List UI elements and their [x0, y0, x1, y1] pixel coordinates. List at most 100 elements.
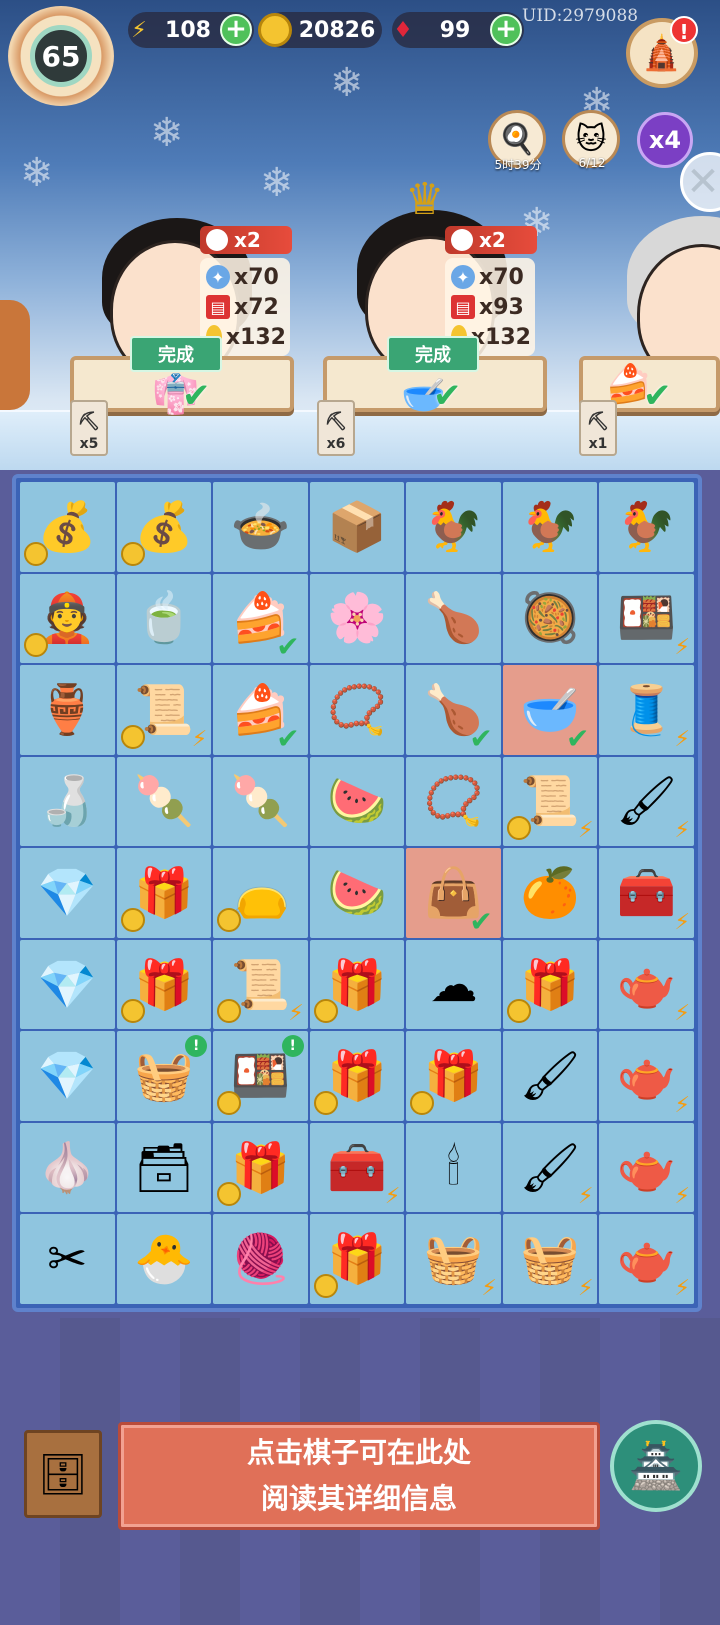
board-cell[interactable]: 🍲 [213, 482, 308, 572]
board-cell[interactable]: 🧵 ⚡ [599, 665, 694, 755]
board-cell[interactable]: 📜 ⚡ [502, 756, 598, 847]
level-number: 65 [30, 25, 92, 87]
board-cell[interactable]: 🍗 [406, 573, 501, 664]
board-cell[interactable]: 🍰 ✔ [213, 573, 308, 664]
board-cell[interactable]: 🍗 ✔ [406, 665, 501, 755]
board-cell[interactable]: 🧺! [116, 1031, 212, 1121]
board-cell[interactable]: 🎁 [309, 1214, 405, 1304]
energy-counter[interactable]: ⚡ 108 + [128, 12, 254, 48]
board-cell[interactable]: 👲 [20, 573, 115, 664]
board-cell[interactable]: 🖌 [502, 1031, 598, 1121]
board-cell[interactable]: 🕯 [406, 1122, 501, 1213]
lightning-icon: ⚡ [577, 1276, 594, 1301]
board-cell[interactable]: 📿 [309, 665, 405, 755]
shop-button[interactable]: 🛕 ! [626, 16, 698, 88]
board-cell[interactable]: 🎁 [502, 939, 598, 1030]
board-cell[interactable]: 🐓 [502, 482, 598, 572]
board-cell[interactable]: 🧰 ⚡ [599, 848, 694, 938]
board-cell[interactable]: 🐓 [599, 482, 694, 572]
board-cell[interactable]: 💎 [20, 939, 115, 1030]
close-icon[interactable]: ✕ [680, 152, 720, 212]
customer-order-3[interactable]: 🍰 ✔ ⛏ x1 [575, 200, 720, 460]
board-item-icon: 🐓 [520, 498, 581, 555]
board-cell[interactable]: 🍰 ✔ [213, 665, 308, 755]
gem-counter[interactable]: ♦ 99 + [392, 12, 524, 48]
board-cell[interactable]: 🎁 [213, 1122, 308, 1213]
board-cell[interactable]: 🏺 [20, 665, 115, 755]
coin-counter[interactable]: 20826 [258, 12, 382, 48]
board-cell[interactable]: 🫖 ⚡ [599, 1122, 694, 1213]
board-cell[interactable]: 👜 ✔ [406, 848, 501, 938]
board-cell[interactable]: 📦 [309, 482, 405, 572]
board-cell[interactable]: 🍉 [309, 848, 405, 938]
board-cell[interactable]: 🗃 [116, 1122, 212, 1213]
star-xp-icon: ✦ [206, 265, 230, 289]
board-cell[interactable]: 💎 [20, 848, 115, 938]
board-cell[interactable]: 🍡 [116, 756, 212, 847]
add-gems-button[interactable]: + [490, 14, 522, 46]
board-cell[interactable]: 🧺 ⚡ [502, 1214, 598, 1304]
board-item-icon: 📦 [327, 498, 387, 555]
board-cell[interactable]: 📜 ⚡ [116, 665, 212, 755]
complete-order-button[interactable]: 完成 [387, 336, 479, 372]
board-item-icon: 🌸 [327, 590, 387, 647]
board-item-icon: 🎁 [520, 956, 581, 1013]
board-cell[interactable]: ✂ [20, 1214, 115, 1304]
board-cell[interactable]: 🧶 [213, 1214, 308, 1304]
pavilion-button[interactable]: 🏯 [610, 1420, 702, 1512]
board-cell[interactable]: ☁ [406, 939, 501, 1030]
board-cell[interactable]: 🍵 [116, 573, 212, 664]
lightning-icon: ⚡ [674, 1184, 690, 1210]
complete-order-button[interactable]: 完成 [130, 336, 222, 372]
board-cell[interactable]: 💰 [20, 482, 115, 572]
board-item-icon: 🎁 [133, 864, 194, 921]
board-cell[interactable]: 🧄 [20, 1122, 115, 1213]
board-cell[interactable]: 🐓 [406, 482, 501, 572]
multiplier-button[interactable]: x4 [637, 112, 693, 168]
ticket-reward: x93 [479, 294, 524, 320]
alert-icon: ! [281, 1035, 304, 1058]
board-cell[interactable]: 🫖 ⚡ [599, 1214, 694, 1304]
board-item-icon: 📿 [423, 773, 484, 830]
board-cell[interactable]: 🎁 [309, 939, 405, 1030]
customer-order-2[interactable]: ♛ 🐱 x2 ✦ x70 ▤ x93 x132 完成 🥣 ✔ ⛏ x6 [315, 174, 555, 460]
board-cell[interactable]: 🎁 [406, 1031, 501, 1121]
board-item-icon: 🖌 [519, 1139, 581, 1196]
player-level-badge[interactable]: 65 [8, 6, 114, 106]
board-cell[interactable]: 🌸 [309, 573, 405, 664]
check-icon: ✔ [565, 721, 590, 755]
board-cell[interactable]: 🎁 [116, 939, 212, 1030]
board-cell[interactable]: 🥣 ✔ [502, 665, 598, 755]
board-cell[interactable]: 🍡 [213, 756, 308, 847]
board-cell[interactable]: 🥘 [502, 573, 598, 664]
board-cell[interactable]: 🧺 ⚡ [406, 1214, 501, 1304]
board-cell[interactable]: 💰 [116, 482, 212, 572]
board-cell[interactable]: 🍉 [309, 756, 405, 847]
board-item-icon: 🐓 [423, 498, 484, 555]
storage-cabinet-button[interactable]: 🗄 [24, 1430, 102, 1518]
board-cell[interactable]: 🍱 ⚡ [599, 573, 694, 664]
board-cell[interactable]: 📜 ⚡ [213, 939, 308, 1030]
board-item-icon: 🧶 [230, 1231, 291, 1288]
board-cell[interactable]: 🐣 [116, 1214, 212, 1304]
coin-marker-icon [217, 1090, 242, 1115]
board-cell[interactable]: 🧰 ⚡ [309, 1122, 405, 1213]
board-cell[interactable]: 🍶 [20, 756, 115, 847]
board-cell[interactable]: 🎁 [309, 1031, 405, 1121]
board-cell[interactable]: 🎁 [116, 848, 212, 938]
board-cell[interactable]: 🍱! [213, 1031, 308, 1121]
board-item-icon: 🧺 [520, 1231, 581, 1288]
board-cell[interactable]: 🖌 ⚡ [599, 756, 694, 847]
lightning-icon: ⚡ [384, 1184, 401, 1210]
board-cell[interactable]: 👝 [213, 848, 308, 938]
board-cell[interactable]: 🫖 ⚡ [599, 939, 694, 1030]
cat-counter: 6/12 [578, 156, 606, 170]
board-cell[interactable]: 📿 [406, 756, 501, 847]
customer-order-1[interactable]: 🐱 x2 ✦ x70 ▤ x72 x132 完成 👘 ✔ ⛏ x5 [60, 200, 300, 460]
board-cell[interactable]: 🖌 ⚡ [502, 1122, 598, 1213]
board-cell[interactable]: 💎 [20, 1031, 115, 1121]
lightning-icon: ⚡ [674, 635, 690, 661]
add-energy-button[interactable]: + [220, 14, 252, 46]
board-cell[interactable]: 🫖 ⚡ [599, 1031, 694, 1121]
board-cell[interactable]: 🍊 [502, 848, 598, 938]
